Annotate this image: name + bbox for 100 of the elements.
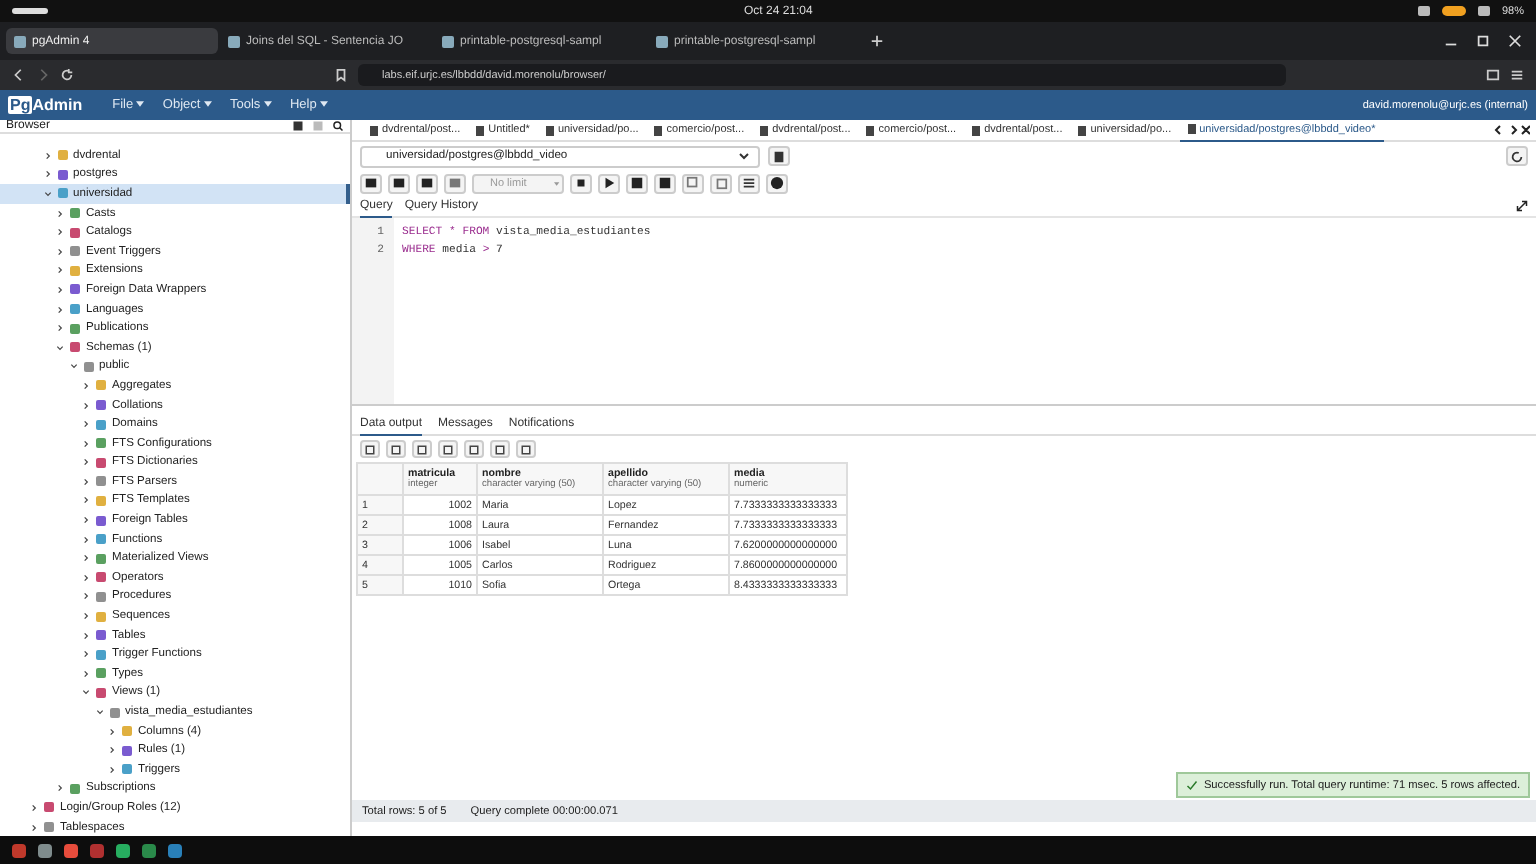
- close-icon[interactable]: [1508, 34, 1522, 48]
- search-icon[interactable]: [332, 120, 344, 132]
- stop-button[interactable]: [570, 173, 592, 193]
- rollback-button[interactable]: [710, 173, 732, 193]
- new-tab-icon[interactable]: [870, 34, 884, 48]
- chevron-right-icon[interactable]: [30, 803, 38, 812]
- copy-button[interactable]: [386, 440, 406, 458]
- tree-node-icon: [70, 246, 80, 257]
- chevron-right-icon[interactable]: [43, 151, 51, 160]
- caret-icon: [263, 100, 272, 108]
- execute-button[interactable]: [598, 173, 620, 193]
- bookmark-icon[interactable]: [334, 68, 348, 82]
- document-icon: [1078, 125, 1087, 135]
- chevron-right-icon[interactable]: [56, 266, 64, 275]
- chevron-right-icon[interactable]: [82, 554, 90, 563]
- sidebar-icon[interactable]: [1486, 68, 1500, 82]
- commit-button[interactable]: [682, 173, 704, 193]
- explain-analyze-button[interactable]: [654, 173, 676, 193]
- tree-node-icon: [96, 495, 106, 506]
- check-icon: [1185, 779, 1198, 791]
- chevron-right-icon[interactable]: [82, 535, 90, 544]
- chevron-right-icon[interactable]: [108, 727, 116, 736]
- chevron-right-icon[interactable]: [82, 592, 90, 601]
- chevron-right-icon[interactable]: [82, 496, 90, 505]
- chevron-right-icon[interactable]: [108, 765, 116, 774]
- tree-node-icon: [96, 630, 106, 641]
- logo-text: Admin: [32, 96, 83, 114]
- new-connection-button[interactable]: [768, 146, 790, 166]
- maximize-icon[interactable]: [1476, 34, 1490, 48]
- chevron-right-icon[interactable]: [56, 305, 64, 314]
- chevron-right-icon[interactable]: [82, 439, 90, 448]
- status-icon[interactable]: [1441, 6, 1466, 16]
- chevron-right-icon[interactable]: [56, 285, 64, 294]
- help-button[interactable]: [766, 173, 788, 193]
- chevron-right-icon[interactable]: [56, 247, 64, 256]
- chevron-right-icon[interactable]: [82, 650, 90, 659]
- chevron-right-icon[interactable]: [82, 401, 90, 410]
- square-icon: [468, 443, 480, 455]
- document-icon: [370, 125, 378, 135]
- document-icon: [760, 125, 769, 135]
- caret-icon: [738, 150, 750, 162]
- square-icon: [364, 443, 376, 455]
- chevron-right-icon[interactable]: [82, 516, 90, 525]
- square-icon: [390, 443, 402, 455]
- filter-rows-button[interactable]: [464, 440, 484, 458]
- document-icon: [866, 125, 875, 135]
- refresh-button[interactable]: [1506, 146, 1528, 166]
- folder-button[interactable]: [360, 173, 382, 193]
- tree-node-icon: [70, 284, 80, 295]
- site-icon: [228, 35, 240, 47]
- filter-button[interactable]: [444, 173, 466, 193]
- add-row-button[interactable]: [360, 440, 380, 458]
- chevron-right-icon[interactable]: [82, 612, 90, 621]
- chevron-right-icon[interactable]: [82, 631, 90, 640]
- macros-button[interactable]: [738, 173, 760, 193]
- chevron-right-icon[interactable]: [43, 170, 51, 179]
- graph-button[interactable]: [516, 440, 536, 458]
- tree-node-icon: [96, 687, 106, 698]
- chevron-right-icon[interactable]: [56, 324, 64, 333]
- tab-scroll-icon[interactable]: [1494, 124, 1536, 136]
- status-icon[interactable]: [1417, 6, 1430, 16]
- paste-button[interactable]: [412, 440, 432, 458]
- chevron-right-icon[interactable]: [56, 209, 64, 218]
- chevron-right-icon[interactable]: [82, 669, 90, 678]
- reload-icon[interactable]: [60, 68, 74, 82]
- chevron-right-icon[interactable]: [82, 477, 90, 486]
- network-icon[interactable]: [1477, 6, 1490, 16]
- tree-node-icon: [122, 726, 132, 737]
- chevron-right-icon[interactable]: [56, 784, 64, 793]
- square-icon: [686, 176, 700, 190]
- chevron-right-icon[interactable]: [82, 458, 90, 467]
- square-icon: [714, 176, 728, 190]
- filter-icon: [448, 176, 462, 190]
- chevron-right-icon[interactable]: [30, 823, 38, 832]
- explain-button[interactable]: [626, 173, 648, 193]
- expand-icon[interactable]: [1516, 200, 1528, 212]
- folder-icon: [364, 176, 378, 190]
- chevron-right-icon[interactable]: [56, 228, 64, 237]
- chevron-right-icon[interactable]: [82, 381, 90, 390]
- pencil-button[interactable]: [416, 173, 438, 193]
- tree-node-icon: [57, 150, 67, 161]
- delete-button[interactable]: [438, 440, 458, 458]
- menu-icon[interactable]: [1510, 68, 1524, 82]
- chevron-right-icon[interactable]: [108, 746, 116, 755]
- chevron-right-icon[interactable]: [82, 573, 90, 582]
- download-button[interactable]: [490, 440, 510, 458]
- tree-node-icon: [122, 764, 132, 775]
- list-icon: [742, 176, 756, 190]
- square-icon: [658, 176, 672, 190]
- tree-node-icon: [96, 476, 106, 487]
- chevron-right-icon[interactable]: [82, 420, 90, 429]
- tree-node-icon: [44, 822, 54, 833]
- site-icon: [442, 35, 454, 47]
- save-icon: [392, 176, 406, 190]
- logo-mark: Pg: [8, 96, 33, 114]
- save-button[interactable]: [388, 173, 410, 193]
- back-icon[interactable]: [12, 68, 26, 82]
- tree-node-icon: [122, 745, 132, 756]
- tree-node-icon: [57, 169, 67, 180]
- tree-node-icon: [70, 208, 80, 219]
